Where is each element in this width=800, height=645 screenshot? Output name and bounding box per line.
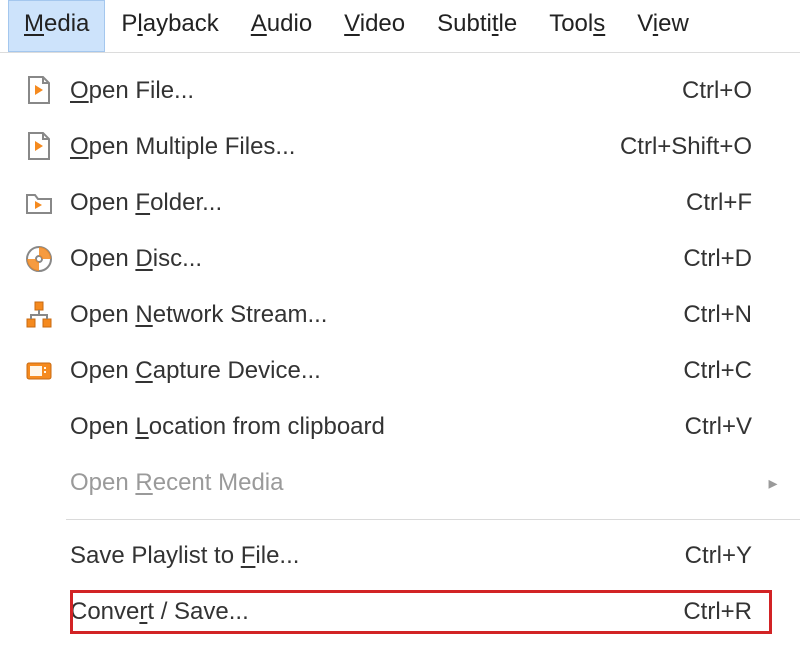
label-mnemonic: O — [70, 133, 89, 160]
menubar-label-post: udio — [267, 10, 312, 37]
network-icon — [14, 299, 64, 331]
label-post: pen File... — [89, 77, 194, 104]
menu-item-open-capture-device[interactable]: Open Capture Device...Ctrl+C — [0, 343, 800, 399]
label-mnemonic: F — [241, 542, 256, 569]
menubar-label-pre: Tool — [549, 10, 593, 37]
menubar-label-post: edia — [44, 10, 89, 37]
label-mnemonic: D — [135, 245, 152, 272]
label-post: t / Save... — [147, 598, 248, 625]
label-post: pen Multiple Files... — [89, 133, 296, 160]
menu-item-label: Save Playlist to File... — [64, 542, 685, 570]
menu-separator — [66, 519, 800, 520]
menubar-label-post: ew — [658, 10, 689, 37]
label-post: ile... — [255, 542, 299, 569]
menu-item-shortcut: Ctrl+O — [682, 77, 764, 105]
menu-item-shortcut: Ctrl+N — [683, 301, 764, 329]
menubar-item-media[interactable]: Media — [8, 0, 105, 52]
menubar-item-tools[interactable]: Tools — [533, 0, 621, 52]
menu-item-shortcut: Ctrl+F — [686, 189, 764, 217]
menu-item-shortcut: Ctrl+Shift+O — [620, 133, 764, 161]
menubar-item-audio[interactable]: Audio — [235, 0, 328, 52]
menu-item-label: Convert / Save... — [64, 598, 683, 626]
menu-item-shortcut: Ctrl+C — [683, 357, 764, 385]
menu-item-label: Open Capture Device... — [64, 357, 683, 385]
menubar-label-mnemonic: s — [593, 10, 605, 37]
label-pre: Open — [70, 245, 135, 272]
menu-item-label: Open Recent Media — [64, 469, 752, 497]
menubar-label-post: ayback — [143, 10, 219, 37]
menubar-label-mnemonic: V — [344, 10, 360, 37]
label-pre: Conve — [70, 598, 139, 625]
menu-item-label: Open Location from clipboard — [64, 413, 685, 441]
disc-icon — [14, 243, 64, 275]
capture-icon — [14, 355, 64, 387]
menubar-label-mnemonic: A — [251, 10, 267, 37]
label-pre: Open — [70, 189, 135, 216]
menu-item-open-folder[interactable]: Open Folder...Ctrl+F — [0, 175, 800, 231]
file-play-icon — [14, 75, 64, 107]
menu-item-save-playlist-to-file[interactable]: Save Playlist to File...Ctrl+Y — [0, 528, 800, 584]
menubar-label-post: ideo — [360, 10, 405, 37]
menu-item-label: Open File... — [64, 77, 682, 105]
menubar-item-subtitle[interactable]: Subtitle — [421, 0, 533, 52]
menu-item-open-recent-media: Open Recent Media ▸ — [0, 455, 800, 511]
label-mnemonic: N — [135, 301, 152, 328]
menubar-label-pre: P — [121, 10, 137, 37]
label-post: older... — [150, 189, 222, 216]
label-mnemonic: F — [135, 189, 150, 216]
menubar-item-video[interactable]: Video — [328, 0, 421, 52]
menu-item-label: Open Network Stream... — [64, 301, 683, 329]
label-pre: Save Playlist to — [70, 542, 241, 569]
label-pre: Open — [70, 469, 135, 496]
label-pre: Open — [70, 301, 135, 328]
menu-item-label: Open Disc... — [64, 245, 683, 273]
media-menu-dropdown: Open File...Ctrl+OOpen Multiple Files...… — [0, 52, 800, 640]
menubar-label-mnemonic: t — [492, 10, 499, 37]
label-post: apture Device... — [153, 357, 321, 384]
label-mnemonic: O — [70, 77, 89, 104]
menu-item-shortcut: Ctrl+Y — [685, 542, 764, 570]
menu-item-label: Open Folder... — [64, 189, 686, 217]
menu-item-label: Open Multiple Files... — [64, 133, 620, 161]
file-play-icon — [14, 131, 64, 163]
label-post: isc... — [153, 245, 202, 272]
menubar-label-mnemonic: M — [24, 10, 44, 37]
label-pre: Open — [70, 413, 135, 440]
menubar: MediaPlaybackAudioVideoSubtitleToolsView — [0, 0, 800, 52]
label-post: ocation from clipboard — [149, 413, 385, 440]
label-mnemonic: R — [135, 469, 152, 496]
submenu-arrow-icon: ▸ — [764, 473, 782, 494]
menu-item-open-location-from-clipboard[interactable]: Open Location from clipboardCtrl+V — [0, 399, 800, 455]
menubar-label-pre: V — [637, 10, 653, 37]
label-post: etwork Stream... — [153, 301, 328, 328]
menu-item-open-network-stream[interactable]: Open Network Stream...Ctrl+N — [0, 287, 800, 343]
menu-item-shortcut: Ctrl+R — [683, 598, 764, 626]
menubar-label-pre: Subti — [437, 10, 492, 37]
menubar-item-view[interactable]: View — [621, 0, 705, 52]
menu-item-convert-save[interactable]: Convert / Save...Ctrl+R — [0, 584, 800, 640]
label-mnemonic: C — [135, 357, 152, 384]
menubar-label-post: le — [499, 10, 518, 37]
menu-item-open-disc[interactable]: Open Disc...Ctrl+D — [0, 231, 800, 287]
menubar-item-playback[interactable]: Playback — [105, 0, 234, 52]
folder-play-icon — [14, 187, 64, 219]
menu-item-shortcut: Ctrl+V — [685, 413, 764, 441]
label-post: ecent Media — [153, 469, 284, 496]
menu-item-shortcut: Ctrl+D — [683, 245, 764, 273]
label-pre: Open — [70, 357, 135, 384]
menu-item-open-file[interactable]: Open File...Ctrl+O — [0, 63, 800, 119]
label-mnemonic: L — [135, 413, 148, 440]
menu-item-open-multiple-files[interactable]: Open Multiple Files...Ctrl+Shift+O — [0, 119, 800, 175]
